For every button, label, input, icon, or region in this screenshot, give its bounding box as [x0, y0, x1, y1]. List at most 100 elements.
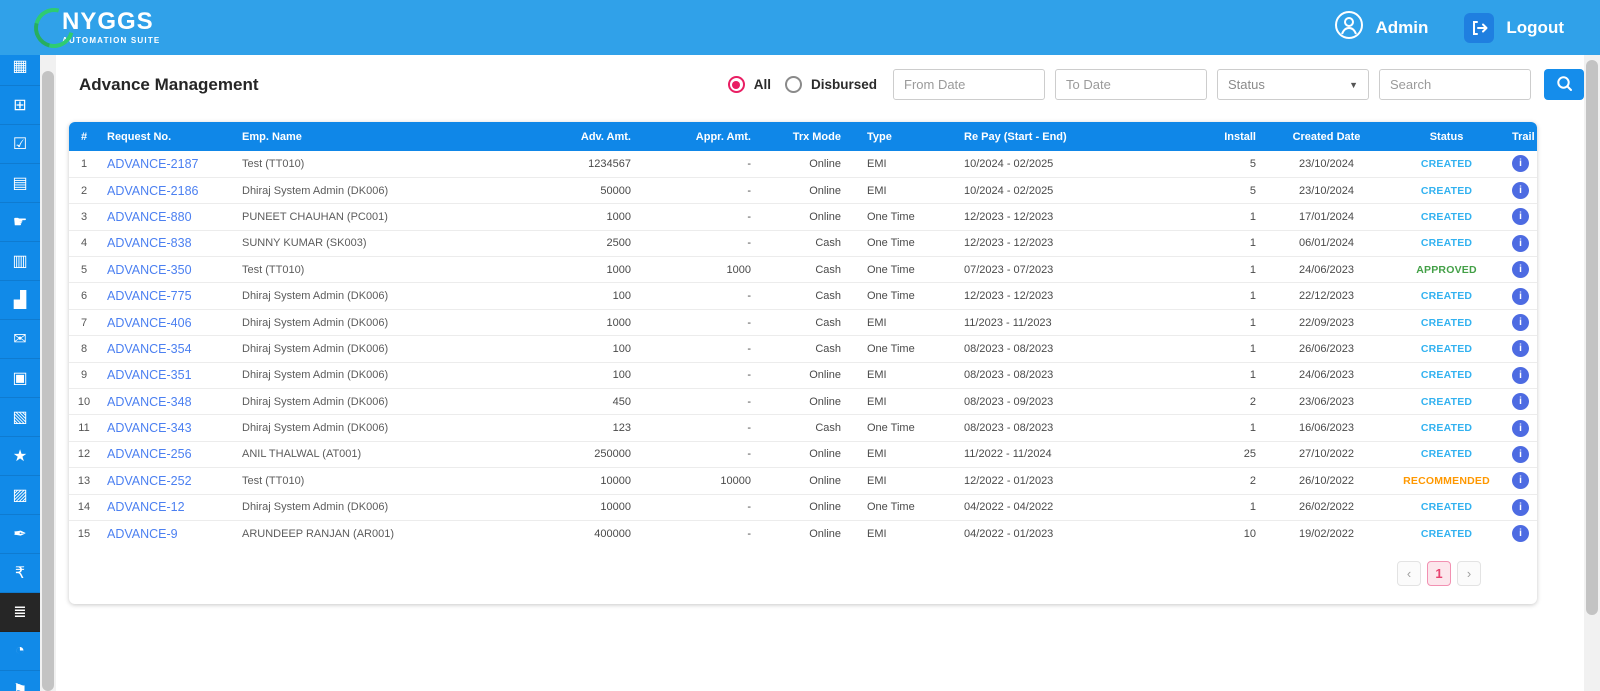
request-number-link[interactable]: ADVANCE-880: [107, 210, 192, 224]
sidebar-item-pie-report[interactable]: ◔: [0, 632, 40, 671]
trail-info-icon[interactable]: i: [1512, 525, 1529, 543]
sidebar-item-advance-checklist[interactable]: ≣: [0, 593, 40, 632]
approved-amount: -: [639, 335, 759, 363]
status-select[interactable]: Status ▼: [1217, 69, 1369, 100]
trail-info-icon[interactable]: i: [1512, 155, 1529, 173]
advance-amount: 2500: [524, 229, 639, 257]
approved-amount: -: [639, 440, 759, 468]
install-count: 1: [1169, 493, 1264, 521]
trail-info-icon[interactable]: i: [1512, 445, 1529, 463]
to-date-input[interactable]: [1055, 69, 1207, 100]
request-number-link[interactable]: ADVANCE-343: [107, 421, 192, 435]
request-number-link[interactable]: ADVANCE-406: [107, 316, 192, 330]
advance-type: EMI: [849, 440, 934, 468]
search-button[interactable]: [1544, 69, 1584, 100]
trail-cell: i: [1504, 176, 1537, 204]
radio-disbursed-icon[interactable]: [784, 76, 802, 93]
approved-amount: -: [639, 493, 759, 521]
employee-name: PUNEET CHAUHAN (PC001): [234, 203, 524, 231]
pie-report-icon: ◔: [15, 642, 25, 659]
employee-name: Test (TT010): [234, 467, 524, 495]
search-input[interactable]: [1379, 69, 1531, 100]
pagination-prev-button[interactable]: ‹: [1397, 560, 1421, 586]
trail-info-icon[interactable]: i: [1512, 208, 1529, 226]
sidebar-item-briefcase[interactable]: ▣: [0, 359, 40, 398]
sidebar-item-payroll-envelope[interactable]: ✉: [0, 320, 40, 359]
request-number-link[interactable]: ADVANCE-2187: [107, 157, 198, 171]
table-row: 14 ADVANCE-12 Dhiraj System Admin (DK006) 1…: [69, 493, 1537, 521]
sidebar-scrollbar[interactable]: [40, 55, 56, 691]
trail-cell: i: [1504, 256, 1537, 283]
request-number-link[interactable]: ADVANCE-350: [107, 263, 192, 277]
trail-info-icon[interactable]: i: [1512, 498, 1529, 516]
status-select-value: Status: [1228, 77, 1265, 92]
sidebar-item-calendar-add[interactable]: ⊞: [0, 86, 40, 125]
repay-range: 12/2023 - 12/2023: [934, 229, 1169, 257]
radio-disbursed[interactable]: Disbursed: [784, 76, 877, 93]
employee-name: SUNNY KUMAR (SK003): [234, 229, 524, 257]
sidebar-item-star[interactable]: ★: [0, 437, 40, 476]
trail-info-icon[interactable]: i: [1512, 314, 1529, 332]
sidebar-item-clipboard-documents[interactable]: ▧: [0, 398, 40, 437]
sidebar-item-hand-location[interactable]: ☛: [0, 203, 40, 242]
row-sn: 3: [69, 203, 99, 231]
trail-info-icon[interactable]: i: [1512, 182, 1529, 200]
col-header-repay: Re Pay (Start - End): [934, 122, 1169, 151]
radio-all[interactable]: All: [727, 76, 771, 93]
repay-range: 11/2022 - 11/2024: [934, 440, 1169, 468]
request-number-link[interactable]: ADVANCE-348: [107, 395, 192, 409]
approved-amount: -: [639, 519, 759, 547]
repay-range: 10/2024 - 02/2025: [964, 157, 1054, 170]
pagination-page-1[interactable]: 1: [1427, 560, 1451, 586]
trail-info-icon[interactable]: i: [1512, 472, 1529, 490]
sidebar-item-lab-flask[interactable]: ✒: [0, 515, 40, 554]
advance-type: EMI: [849, 388, 934, 415]
sidebar-item-dashboard[interactable]: ▦: [0, 55, 40, 86]
status-badge: APPROVED: [1416, 263, 1477, 276]
request-number-link[interactable]: ADVANCE-351: [107, 368, 192, 382]
sidebar-item-calendar-check[interactable]: ☑: [0, 125, 40, 164]
advance-type: EMI: [849, 176, 934, 204]
request-number-link[interactable]: ADVANCE-252: [107, 474, 192, 488]
trail-info-icon[interactable]: i: [1512, 419, 1529, 437]
status-badge: CREATED: [1420, 422, 1473, 435]
logout-button[interactable]: Logout: [1464, 12, 1564, 43]
advance-amount: 100: [524, 282, 639, 310]
request-number-link[interactable]: ADVANCE-256: [107, 447, 192, 461]
trail-info-icon[interactable]: i: [1512, 366, 1529, 384]
request-number-link[interactable]: ADVANCE-838: [107, 236, 192, 250]
trail-info-icon[interactable]: i: [1512, 393, 1529, 411]
trail-info-icon[interactable]: i: [1512, 340, 1529, 358]
trail-info-icon[interactable]: i: [1512, 261, 1529, 279]
request-number-link[interactable]: ADVANCE-354: [107, 342, 192, 356]
employee-name: Test (TT010): [234, 256, 524, 283]
sidebar-item-bar-chart-report[interactable]: ▟: [0, 281, 40, 320]
request-link: ADVANCE-2187: [99, 151, 234, 177]
trail-info-icon[interactable]: i: [1512, 287, 1529, 305]
table-row: 7 ADVANCE-406 Dhiraj System Admin (DK006) 1…: [69, 308, 1537, 336]
row-sn: 15: [69, 519, 99, 547]
request-number-link[interactable]: ADVANCE-9: [107, 527, 178, 541]
sidebar-item-attendance-calendar[interactable]: ▥: [0, 242, 40, 281]
repay-range: 04/2022 - 01/2023: [934, 519, 1169, 547]
sidebar-item-announcement[interactable]: ⚑: [0, 671, 40, 691]
table-row: 3 ADVANCE-880 PUNEET CHAUHAN (PC001) 1000- O…: [69, 203, 1537, 231]
request-link: ADVANCE-351: [99, 361, 234, 389]
repay-range: 12/2022 - 01/2023: [934, 467, 1169, 495]
trail-info-icon[interactable]: i: [1512, 234, 1529, 252]
from-date-input[interactable]: [893, 69, 1045, 100]
request-number-link[interactable]: ADVANCE-775: [107, 289, 192, 303]
sidebar-item-folder-laptop[interactable]: ▨: [0, 476, 40, 515]
status-badge: CREATED: [1389, 176, 1504, 204]
sidebar-item-money-hand[interactable]: ₹: [0, 554, 40, 593]
pagination-next-button[interactable]: ›: [1457, 560, 1481, 586]
row-sn: 12: [69, 440, 99, 468]
request-number-link[interactable]: ADVANCE-2186: [107, 184, 198, 198]
sidebar-item-report-document[interactable]: ▤: [0, 164, 40, 203]
admin-menu[interactable]: Admin: [1334, 10, 1428, 45]
status-badge: CREATED: [1389, 493, 1504, 521]
radio-all-icon[interactable]: [727, 76, 745, 93]
request-number-link[interactable]: ADVANCE-12: [107, 500, 185, 514]
approved-amount: -: [639, 282, 759, 310]
page-scrollbar[interactable]: [1584, 55, 1600, 691]
